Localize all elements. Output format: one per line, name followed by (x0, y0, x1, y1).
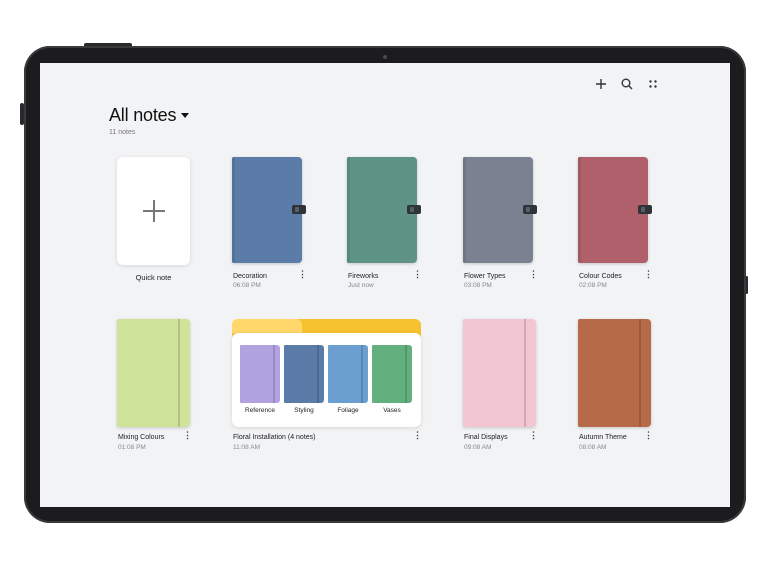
search-icon[interactable] (620, 77, 634, 91)
note-title: Colour Codes (579, 273, 622, 280)
folder-note-cover (328, 345, 368, 403)
note-time: Just now (348, 282, 374, 289)
note-title: Autumn Theme (579, 434, 627, 441)
chevron-down-icon[interactable] (181, 113, 189, 118)
folder-title: Floral Installation (4 notes) (233, 434, 316, 441)
notebook-cover[interactable] (463, 157, 537, 263)
note-time: 02:08 PM (579, 282, 607, 289)
folder-note-label: Reference (245, 407, 275, 414)
folder-note-label: Vases (383, 407, 401, 414)
notes-app-screen: All notes 11 notes Quick note Decoration… (40, 63, 730, 507)
plus-icon[interactable] (594, 77, 608, 91)
more-options-icon[interactable]: ⋮ (413, 270, 422, 279)
note-time: 08:08 AM (579, 444, 607, 451)
more-options-icon[interactable]: ⋮ (529, 270, 538, 279)
more-options-icon[interactable]: ⋮ (183, 431, 192, 440)
note-time: 01:08 PM (118, 444, 146, 451)
notebook-cover[interactable] (578, 157, 652, 263)
note-title: Decoration (233, 273, 267, 280)
note-title: Fireworks (348, 273, 379, 280)
folder-time: 11:08 AM (233, 444, 260, 451)
folder-note-cover (240, 345, 280, 403)
note-title: Final Displays (464, 434, 508, 441)
more-options-icon[interactable]: ⋮ (298, 270, 307, 279)
quick-note-label: Quick note (135, 273, 172, 282)
notebook-cover[interactable] (463, 319, 536, 427)
notes-count: 11 notes (109, 129, 136, 136)
notebook-cover[interactable] (232, 157, 306, 263)
page-title[interactable]: All notes (109, 105, 176, 126)
folder-note-cover (284, 345, 324, 403)
folder-note-cover (372, 345, 412, 403)
notebook-cover[interactable] (347, 157, 421, 263)
folder-note-label: Styling (294, 407, 314, 414)
quick-note-button[interactable] (117, 157, 190, 265)
folder-contents[interactable]: Reference Styling Foliage Vases (232, 333, 421, 427)
note-title: Flower Types (464, 273, 506, 280)
more-options-icon[interactable]: ⋮ (413, 431, 422, 440)
note-time: 06:08 PM (233, 282, 261, 289)
more-options-icon[interactable]: ⋮ (644, 431, 653, 440)
more-options-icon[interactable]: ⋮ (529, 431, 538, 440)
notebook-cover[interactable] (578, 319, 651, 427)
more-options-icon[interactable]: ⋮ (644, 270, 653, 279)
note-time: 09:08 AM (464, 444, 492, 451)
folder-note-label: Foliage (337, 407, 359, 414)
grid-dots-icon[interactable] (646, 77, 660, 91)
note-time: 03:08 PM (464, 282, 492, 289)
note-title: Mixing Colours (118, 434, 165, 441)
notebook-cover[interactable] (117, 319, 190, 427)
folder-tab (232, 319, 302, 333)
camera (383, 55, 387, 59)
